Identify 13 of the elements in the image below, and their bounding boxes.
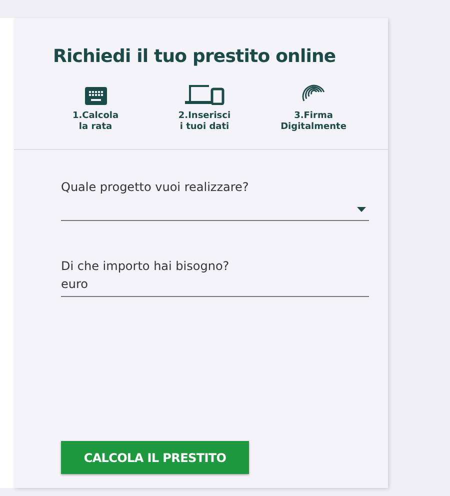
- amount-field[interactable]: Di che importo hai bisogno? euro: [61, 259, 369, 297]
- field-value: euro: [61, 277, 89, 293]
- step-label: 3.Firma Digitalmente: [280, 111, 346, 133]
- field-label: Quale progetto vuoi realizzare?: [61, 180, 250, 194]
- caret-icon: [357, 206, 366, 212]
- step-label: 2.Inserisci i tuoi dati: [178, 111, 231, 133]
- step-label: 1.Calcola la rata: [72, 111, 119, 133]
- calculate-button[interactable]: CALCOLA IL PRESTITO: [61, 441, 249, 474]
- form-title: Richiedi il tuo prestito online: [53, 46, 337, 67]
- project-select[interactable]: Quale progetto vuoi realizzare?: [61, 180, 369, 221]
- field-label: Di che importo hai bisogno?: [61, 259, 230, 273]
- keyboard-icon: [84, 87, 106, 105]
- laptop-and-phone-icon: [184, 83, 224, 105]
